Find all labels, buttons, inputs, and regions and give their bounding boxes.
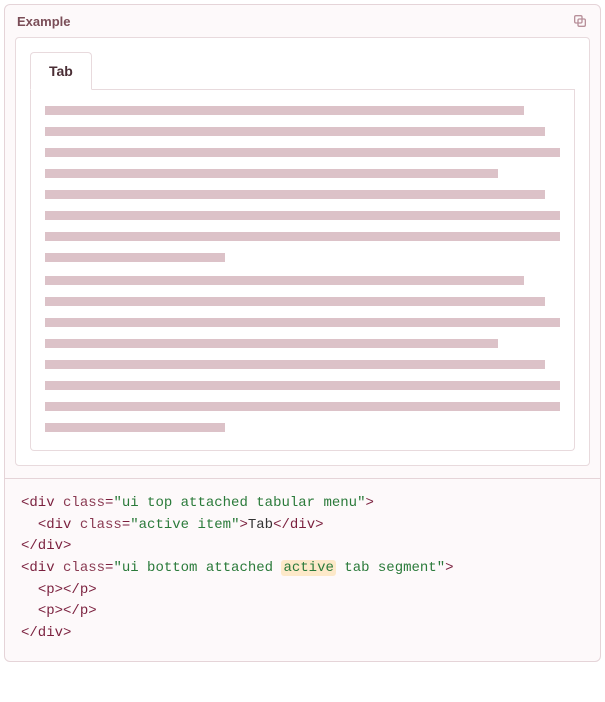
placeholder-line	[45, 339, 498, 348]
placeholder-line	[45, 381, 560, 390]
example-container: Example Tab <div class="ui top attached …	[4, 4, 601, 662]
placeholder-line	[45, 127, 545, 136]
code-line: </div>	[21, 536, 584, 558]
tab-segment	[30, 90, 575, 451]
placeholder-line	[45, 211, 560, 220]
placeholder-line	[45, 360, 545, 369]
placeholder-line	[45, 148, 560, 157]
code-line: <div class="ui bottom attached active ta…	[21, 558, 584, 580]
placeholder-line	[45, 318, 560, 327]
code-line: <div class="active item">Tab</div>	[21, 515, 584, 537]
tab-menu: Tab	[30, 52, 575, 90]
placeholder-line	[45, 297, 545, 306]
example-title: Example	[17, 14, 70, 29]
placeholder-line	[45, 423, 225, 432]
placeholder-line	[45, 169, 498, 178]
placeholder-line	[45, 232, 560, 241]
code-block: <div class="ui top attached tabular menu…	[5, 478, 600, 661]
placeholder-line	[45, 402, 560, 411]
code-line: <p></p>	[21, 601, 584, 623]
example-header: Example	[5, 5, 600, 37]
copy-icon[interactable]	[572, 13, 588, 29]
code-line: <div class="ui top attached tabular menu…	[21, 493, 584, 515]
placeholder-paragraph	[45, 106, 560, 262]
placeholder-line	[45, 253, 225, 262]
tab-active[interactable]: Tab	[30, 52, 92, 90]
placeholder-line	[45, 106, 524, 115]
placeholder-line	[45, 190, 545, 199]
code-line: </div>	[21, 623, 584, 645]
code-line: <p></p>	[21, 580, 584, 602]
placeholder-paragraph	[45, 276, 560, 432]
demo-area: Tab	[15, 37, 590, 466]
placeholder-line	[45, 276, 524, 285]
